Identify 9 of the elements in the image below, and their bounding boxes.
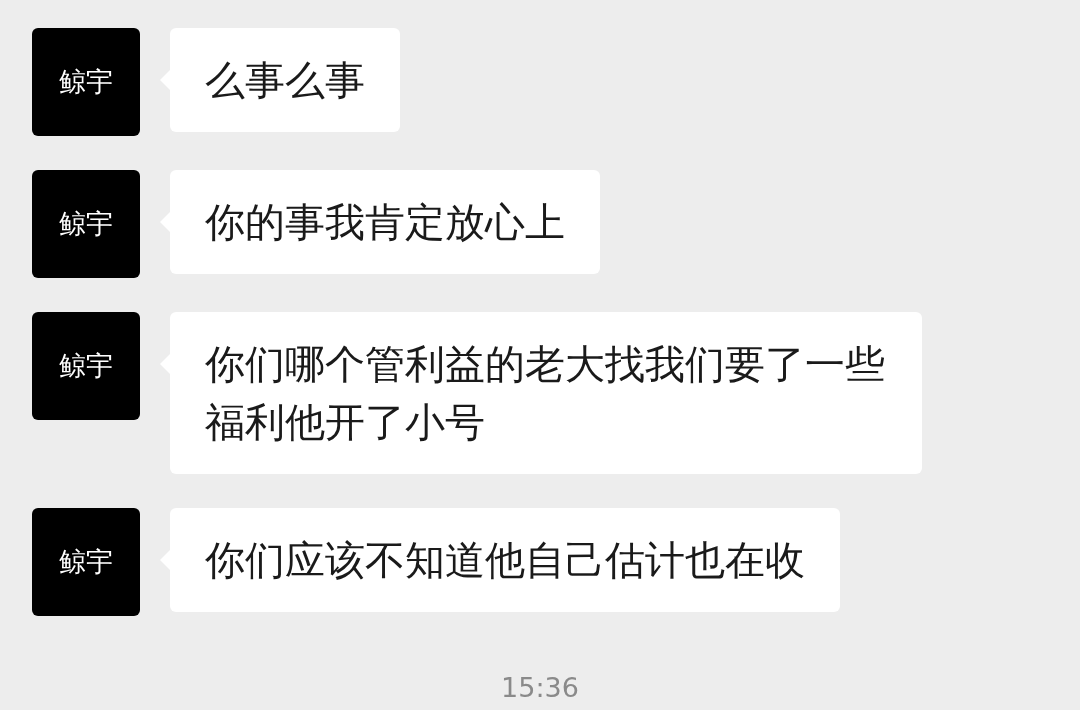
- message-bubble: 么事么事: [170, 28, 400, 132]
- message-bubble: 你们应该不知道他自己估计也在收: [170, 508, 840, 612]
- avatar[interactable]: 鲸宇: [32, 170, 140, 278]
- message-bubble: 你们哪个管利益的老大找我们要了一些福利他开了小号: [170, 312, 922, 474]
- avatar[interactable]: 鲸宇: [32, 508, 140, 616]
- avatar[interactable]: 鲸宇: [32, 312, 140, 420]
- message-bubble: 你的事我肯定放心上: [170, 170, 600, 274]
- timestamp: 15:36: [501, 671, 579, 705]
- avatar[interactable]: 鲸宇: [32, 28, 140, 136]
